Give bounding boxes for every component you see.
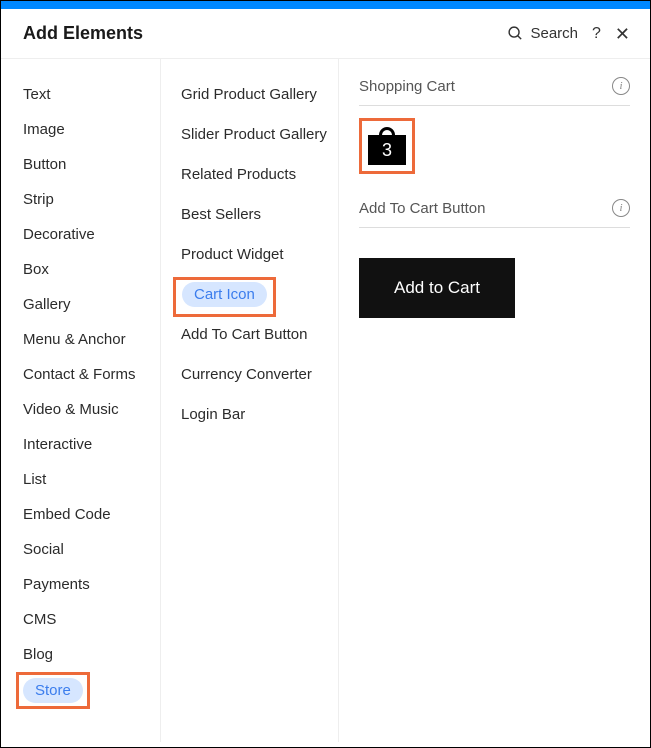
panel-title: Add Elements [23,23,143,44]
category-item-video-music[interactable]: Video & Music [23,392,119,427]
category-item-store[interactable]: Store [23,678,83,703]
category-item-box[interactable]: Box [23,252,49,287]
subcategory-item-add-to-cart-button[interactable]: Add To Cart Button [181,317,307,352]
category-item-image[interactable]: Image [23,112,65,147]
add-to-cart-section-header: Add To Cart Button i [359,199,630,228]
category-item-embed-code[interactable]: Embed Code [23,497,111,532]
info-icon[interactable]: i [612,199,630,217]
category-highlight: Store [16,672,90,709]
search-button[interactable]: Search [507,25,578,42]
info-icon[interactable]: i [612,77,630,95]
cart-icon-element[interactable]: 3 [368,127,406,165]
category-item-payments[interactable]: Payments [23,567,90,602]
shopping-cart-label: Shopping Cart [359,78,455,95]
subcategory-highlight: Cart Icon [173,277,276,317]
subcategory-item-best-sellers[interactable]: Best Sellers [181,197,261,232]
category-item-strip[interactable]: Strip [23,182,54,217]
category-item-interactive[interactable]: Interactive [23,427,92,462]
window-accent-bar [1,1,650,9]
cart-icon-highlight: 3 [359,118,415,174]
category-list: TextImageButtonStripDecorativeBoxGallery… [1,59,161,742]
add-elements-panel: Add Elements Search ? ✕ TextImageButtonS… [0,0,651,748]
category-item-menu-anchor[interactable]: Menu & Anchor [23,322,126,357]
category-item-cms[interactable]: CMS [23,602,56,637]
subcategory-item-currency-converter[interactable]: Currency Converter [181,357,312,392]
subcategory-item-related-products[interactable]: Related Products [181,157,296,192]
close-button[interactable]: ✕ [615,25,630,43]
search-label: Search [530,25,578,42]
panel-header: Add Elements Search ? ✕ [1,9,650,59]
subcategory-item-product-widget[interactable]: Product Widget [181,237,284,272]
subcategory-item-login-bar[interactable]: Login Bar [181,397,245,432]
subcategory-item-cart-icon[interactable]: Cart Icon [182,282,267,307]
category-item-gallery[interactable]: Gallery [23,287,71,322]
category-item-contact-forms[interactable]: Contact & Forms [23,357,136,392]
subcategory-item-slider-product-gallery[interactable]: Slider Product Gallery [181,117,327,152]
subcategory-list: Grid Product Gallery Slider Product Galle… [161,59,339,742]
add-to-cart-element[interactable]: Add to Cart [359,258,515,318]
category-item-blog[interactable]: Blog [23,637,53,672]
category-item-list[interactable]: List [23,462,46,497]
category-item-decorative[interactable]: Decorative [23,217,95,252]
panel-body: TextImageButtonStripDecorativeBoxGallery… [1,59,650,742]
category-item-text[interactable]: Text [23,77,51,112]
add-to-cart-section-label: Add To Cart Button [359,200,485,217]
preview-pane: Shopping Cart i 3 Add To Cart Button i A… [339,59,650,742]
subcategory-item-grid-product-gallery[interactable]: Grid Product Gallery [181,77,317,112]
help-button[interactable]: ? [592,25,601,43]
header-actions: Search ? ✕ [507,25,630,43]
search-icon [507,25,524,42]
cart-count-badge: 3 [368,140,406,161]
category-item-social[interactable]: Social [23,532,64,567]
shopping-cart-section-header: Shopping Cart i [359,77,630,106]
category-item-button[interactable]: Button [23,147,66,182]
